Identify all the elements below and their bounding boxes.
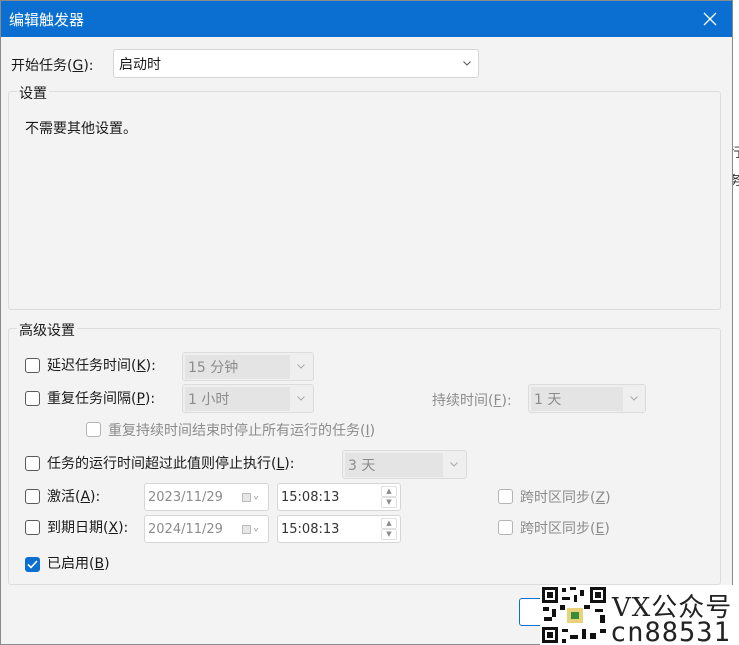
calendar-dropdown-icon xyxy=(242,493,259,502)
qr-code-icon xyxy=(540,585,610,645)
expire-date-picker[interactable]: 2024/11/29 xyxy=(144,515,269,543)
chevron-down-icon xyxy=(297,364,305,369)
repeat-interval-value: 1 小时 xyxy=(185,386,290,411)
dialog-title: 编辑触发器 xyxy=(9,11,85,29)
stop-if-longer-value: 3 天 xyxy=(345,452,443,477)
enabled-label: 已启用(B) xyxy=(47,556,110,572)
chevron-down-icon xyxy=(297,396,305,401)
expire-checkbox[interactable] xyxy=(25,520,40,535)
settings-text: 不需要其他设置。 xyxy=(25,121,137,137)
delay-task-value: 15 分钟 xyxy=(185,354,290,379)
sync-timezone-expire-checkbox[interactable] xyxy=(498,520,513,535)
duration-label: 持续时间(F): xyxy=(432,393,512,409)
sync-timezone-activate-checkbox[interactable] xyxy=(498,489,513,504)
close-button[interactable] xyxy=(688,1,732,37)
settings-title: 设置 xyxy=(17,83,49,103)
stop-if-longer-label: 任务的运行时间超过此值则停止执行(L): xyxy=(47,456,295,472)
sync-timezone-activate-label: 跨时区同步(Z) xyxy=(520,490,611,506)
stop-if-longer-checkbox[interactable] xyxy=(25,456,40,471)
edit-trigger-dialog: 编辑触发器 开始任务(G): 启动时 设置 不需要其他设置。 高级设置 延迟任务… xyxy=(0,0,733,645)
sync-timezone-expire-label: 跨时区同步(E) xyxy=(520,521,610,537)
activate-date-picker[interactable]: 2023/11/29 xyxy=(144,483,269,511)
delay-task-select[interactable]: 15 分钟 xyxy=(182,352,314,381)
delay-task-checkbox[interactable] xyxy=(25,358,40,373)
begin-task-value: 启动时 xyxy=(119,56,161,73)
duration-value: 1 天 xyxy=(531,386,623,411)
watermark-line2: cn88531 xyxy=(610,617,731,645)
expire-date-value: 2024/11/29 xyxy=(148,521,223,537)
watermark: VX公众号 cn88531 xyxy=(540,585,739,645)
begin-task-select[interactable]: 启动时 xyxy=(113,49,479,78)
repeat-interval-select[interactable]: 1 小时 xyxy=(182,384,314,413)
spin-down-icon[interactable]: ▼ xyxy=(381,497,397,508)
expire-time-field[interactable]: 15:08:13 ▲ ▼ xyxy=(277,515,401,543)
stop-at-end-checkbox[interactable] xyxy=(86,422,101,437)
activate-date-value: 2023/11/29 xyxy=(148,489,223,505)
begin-task-label: 开始任务(G): xyxy=(11,58,94,74)
close-icon xyxy=(703,12,717,26)
activate-time-field[interactable]: 15:08:13 ▲ ▼ xyxy=(277,483,401,511)
delay-task-label: 延迟任务时间(K): xyxy=(47,358,156,374)
duration-select[interactable]: 1 天 xyxy=(528,384,646,413)
spin-up-icon[interactable]: ▲ xyxy=(381,518,397,529)
stop-if-longer-select[interactable]: 3 天 xyxy=(342,450,467,479)
spin-up-icon[interactable]: ▲ xyxy=(381,486,397,497)
activate-time-spinner[interactable]: ▲ ▼ xyxy=(380,486,398,508)
title-bar[interactable]: 编辑触发器 xyxy=(1,1,732,37)
expire-label: 到期日期(X): xyxy=(47,520,129,536)
chevron-down-icon xyxy=(630,396,638,401)
activate-checkbox[interactable] xyxy=(25,489,40,504)
activate-time-value: 15:08:13 xyxy=(281,489,340,505)
spin-down-icon[interactable]: ▼ xyxy=(381,529,397,540)
enabled-checkbox[interactable] xyxy=(25,557,40,572)
repeat-task-checkbox[interactable] xyxy=(25,391,40,406)
expire-time-value: 15:08:13 xyxy=(281,521,340,537)
checkmark-icon xyxy=(27,560,38,569)
repeat-task-label: 重复任务间隔(P): xyxy=(47,391,156,407)
chevron-down-icon xyxy=(450,462,458,467)
stop-at-end-label: 重复持续时间结束时停止所有运行的任务(I) xyxy=(108,423,376,439)
expire-time-spinner[interactable]: ▲ ▼ xyxy=(380,518,398,540)
chevron-down-icon xyxy=(463,61,471,66)
activate-label: 激活(A): xyxy=(47,489,101,505)
calendar-dropdown-icon xyxy=(242,525,259,534)
advanced-settings-title: 高级设置 xyxy=(17,320,77,340)
